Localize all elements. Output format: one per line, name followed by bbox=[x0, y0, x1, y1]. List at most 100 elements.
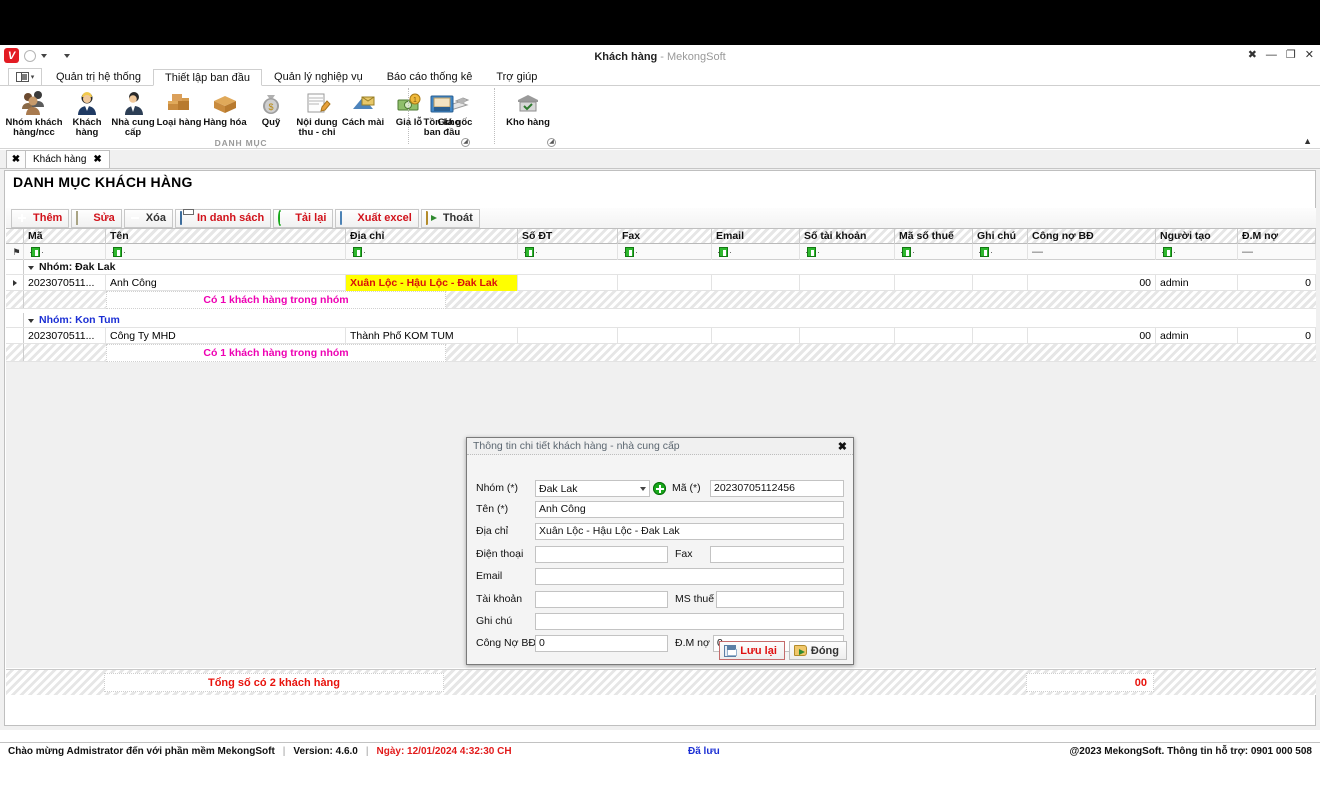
grid-header-congnobd[interactable]: Công nợ BĐ bbox=[1028, 229, 1156, 244]
ribbon-tab-thiet-lap-ban-dau[interactable]: Thiết lập ban đầu bbox=[153, 69, 262, 86]
table-cell-fax[interactable] bbox=[618, 275, 712, 291]
grid-filter-sodt[interactable]: ·· bbox=[518, 244, 618, 260]
ribbon-item-ton-kho-ban-dau[interactable]: Tồn kho ban đầu bbox=[412, 86, 472, 138]
table-cell-ten[interactable]: Công Ty MHD bbox=[106, 328, 346, 344]
filter-icon[interactable] bbox=[1163, 247, 1172, 257]
grid-filter-diachi[interactable]: ·· bbox=[346, 244, 518, 260]
grid-filter-masothue[interactable]: ·· bbox=[895, 244, 973, 260]
table-cell-sotk[interactable] bbox=[800, 328, 895, 344]
more-caret-icon[interactable] bbox=[64, 54, 70, 58]
print-list-button[interactable]: In danh sách bbox=[175, 209, 271, 228]
dialog-close-icon[interactable]: ✖ bbox=[838, 440, 847, 453]
customer-detail-dialog[interactable]: Thông tin chi tiết khách hàng - nhà cung… bbox=[466, 437, 854, 665]
edit-button[interactable]: Sửa bbox=[71, 209, 121, 228]
table-cell-email[interactable] bbox=[712, 275, 800, 291]
tax-code-field[interactable] bbox=[716, 591, 844, 608]
ribbon-item-quy[interactable]: $ Quỹ bbox=[248, 86, 294, 128]
dialog-footer[interactable]: Lưu lại Đóng bbox=[719, 641, 847, 660]
grid-filter-ten[interactable]: ·· bbox=[106, 244, 346, 260]
note-field[interactable] bbox=[535, 613, 844, 630]
grid-header-masothue[interactable]: Mã số thuế bbox=[895, 229, 973, 244]
table-cell-dmno[interactable]: 0 bbox=[1238, 328, 1316, 344]
grid-group-row[interactable]: Nhóm: Đak Lak bbox=[6, 260, 1316, 275]
group-select[interactable]: Đak Lak bbox=[535, 480, 650, 497]
grid-header-row[interactable]: MãTênĐịa chỉSố ĐTFaxEmailSố tài khoảnMã … bbox=[6, 229, 1316, 244]
table-row[interactable]: 2023070511...Anh CôngXuân Lộc - Hậu Lộc … bbox=[6, 275, 1316, 291]
table-cell-sodt[interactable] bbox=[518, 275, 618, 291]
grid-filter-row[interactable]: ⚑··················—··— bbox=[6, 244, 1316, 260]
grid-filter-nguoitao[interactable]: ·· bbox=[1156, 244, 1238, 260]
ribbon-tab-bao-cao-thong-ke[interactable]: Báo cáo thống kê bbox=[375, 68, 485, 85]
filter-icon[interactable] bbox=[113, 247, 122, 257]
table-cell-sotk[interactable] bbox=[800, 275, 895, 291]
restore-button[interactable]: ❐ bbox=[1286, 49, 1296, 61]
filter-icon[interactable] bbox=[980, 247, 989, 257]
add-group-button[interactable] bbox=[653, 482, 666, 495]
grid-filter-ghichu[interactable]: ·· bbox=[973, 244, 1028, 260]
filter-icon[interactable] bbox=[625, 247, 634, 257]
ribbon-item-noi-dung-thu-chi[interactable]: Nội dung thu - chi bbox=[294, 86, 340, 138]
grid-header-sodt[interactable]: Số ĐT bbox=[518, 229, 618, 244]
close-all-tabs-button[interactable]: ✖ bbox=[6, 150, 26, 168]
table-cell-ghichu[interactable] bbox=[973, 328, 1028, 344]
ribbon-item-nha-cung-cap[interactable]: Nhà cung cấp bbox=[110, 86, 156, 138]
ribbon-tab-tro-giup[interactable]: Trợ giúp bbox=[484, 68, 549, 85]
table-cell-masothue[interactable] bbox=[895, 275, 973, 291]
table-cell-dmno[interactable]: 0 bbox=[1238, 275, 1316, 291]
opening-debt-field[interactable]: 0 bbox=[535, 635, 668, 652]
ribbon-item-hang-hoa[interactable]: Hàng hóa bbox=[202, 86, 248, 128]
table-cell-diachi[interactable]: Xuân Lộc - Hậu Lộc - Đak Lak bbox=[346, 275, 518, 291]
export-excel-button[interactable]: Xuất excel bbox=[335, 209, 418, 228]
ribbon-dialog-launcher[interactable]: ◢ bbox=[461, 138, 470, 147]
expander-icon[interactable] bbox=[28, 319, 34, 323]
address-field[interactable]: Xuân Lộc - Hậu Lộc - Đak Lak bbox=[535, 523, 844, 540]
reload-button[interactable]: Tải lại bbox=[273, 209, 333, 228]
close-button[interactable]: ✕ bbox=[1305, 49, 1314, 61]
table-cell-fax[interactable] bbox=[618, 328, 712, 344]
grid-header-ghichu[interactable]: Ghi chú bbox=[973, 229, 1028, 244]
table-cell-sodt[interactable] bbox=[518, 328, 618, 344]
table-cell-masothue[interactable] bbox=[895, 328, 973, 344]
account-field[interactable] bbox=[535, 591, 668, 608]
phone-field[interactable] bbox=[535, 546, 668, 563]
action-toolbar[interactable]: Thêm Sửa Xóa In danh sách Tải lại bbox=[6, 208, 1316, 228]
fax-field[interactable] bbox=[710, 546, 844, 563]
grid-header-sotk[interactable]: Số tài khoản bbox=[800, 229, 895, 244]
grid-filter-dmno[interactable]: — bbox=[1238, 244, 1316, 260]
equals-icon[interactable]: — bbox=[1242, 246, 1253, 258]
grid-filter-fax[interactable]: ·· bbox=[618, 244, 712, 260]
ribbon-item-nhom-khach-hang-ncc[interactable]: Nhóm khách hàng/ncc bbox=[4, 86, 64, 138]
ribbon-dialog-launcher[interactable]: ◢ bbox=[547, 138, 556, 147]
grid-filter-congnobd[interactable]: — bbox=[1028, 244, 1156, 260]
quick-access-toolbar[interactable]: V bbox=[4, 48, 70, 63]
exit-button[interactable]: Thoát bbox=[421, 209, 480, 228]
dialog-close-button[interactable]: Đóng bbox=[789, 641, 847, 660]
grid-filter-email[interactable]: ·· bbox=[712, 244, 800, 260]
ribbon-item-khach-hang[interactable]: Khách hàng bbox=[64, 86, 110, 138]
table-cell-email[interactable] bbox=[712, 328, 800, 344]
row-selector[interactable] bbox=[6, 260, 24, 274]
grid-header-diachi[interactable]: Địa chỉ bbox=[346, 229, 518, 244]
table-cell-congnobd[interactable]: 00 bbox=[1028, 275, 1156, 291]
ribbon-item-cach-mai[interactable]: Cách mài bbox=[340, 86, 386, 128]
chevron-up-icon[interactable]: ▲ bbox=[1303, 136, 1312, 146]
app-logo-icon[interactable]: V bbox=[4, 48, 19, 63]
ribbon-menu-button[interactable]: ▾ bbox=[8, 68, 42, 85]
ribbon-item-loai-hang[interactable]: Loại hàng bbox=[156, 86, 202, 128]
caret-down-icon[interactable] bbox=[41, 54, 47, 58]
help-button[interactable]: ✖ bbox=[1248, 49, 1257, 61]
grid-header-fax[interactable]: Fax bbox=[618, 229, 712, 244]
table-cell-ten[interactable]: Anh Công bbox=[106, 275, 346, 291]
delete-button[interactable]: Xóa bbox=[124, 209, 173, 228]
grid-header-email[interactable]: Email bbox=[712, 229, 800, 244]
grid-header-ma[interactable]: Mã bbox=[24, 229, 106, 244]
equals-icon[interactable]: — bbox=[1032, 246, 1043, 258]
ribbon-tab-quan-tri-he-thong[interactable]: Quản trị hệ thống bbox=[44, 68, 153, 85]
grid-header-nguoitao[interactable]: Người tạo bbox=[1156, 229, 1238, 244]
ribbon-tab-strip[interactable]: ▾ Quản trị hệ thống Thiết lập ban đầu Qu… bbox=[0, 68, 1320, 86]
table-cell-ma[interactable]: 2023070511... bbox=[24, 328, 106, 344]
filter-icon[interactable] bbox=[353, 247, 362, 257]
chevron-down-icon[interactable] bbox=[640, 487, 646, 491]
filter-icon[interactable] bbox=[807, 247, 816, 257]
grid-header-dmno[interactable]: Đ.M nợ bbox=[1238, 229, 1316, 244]
